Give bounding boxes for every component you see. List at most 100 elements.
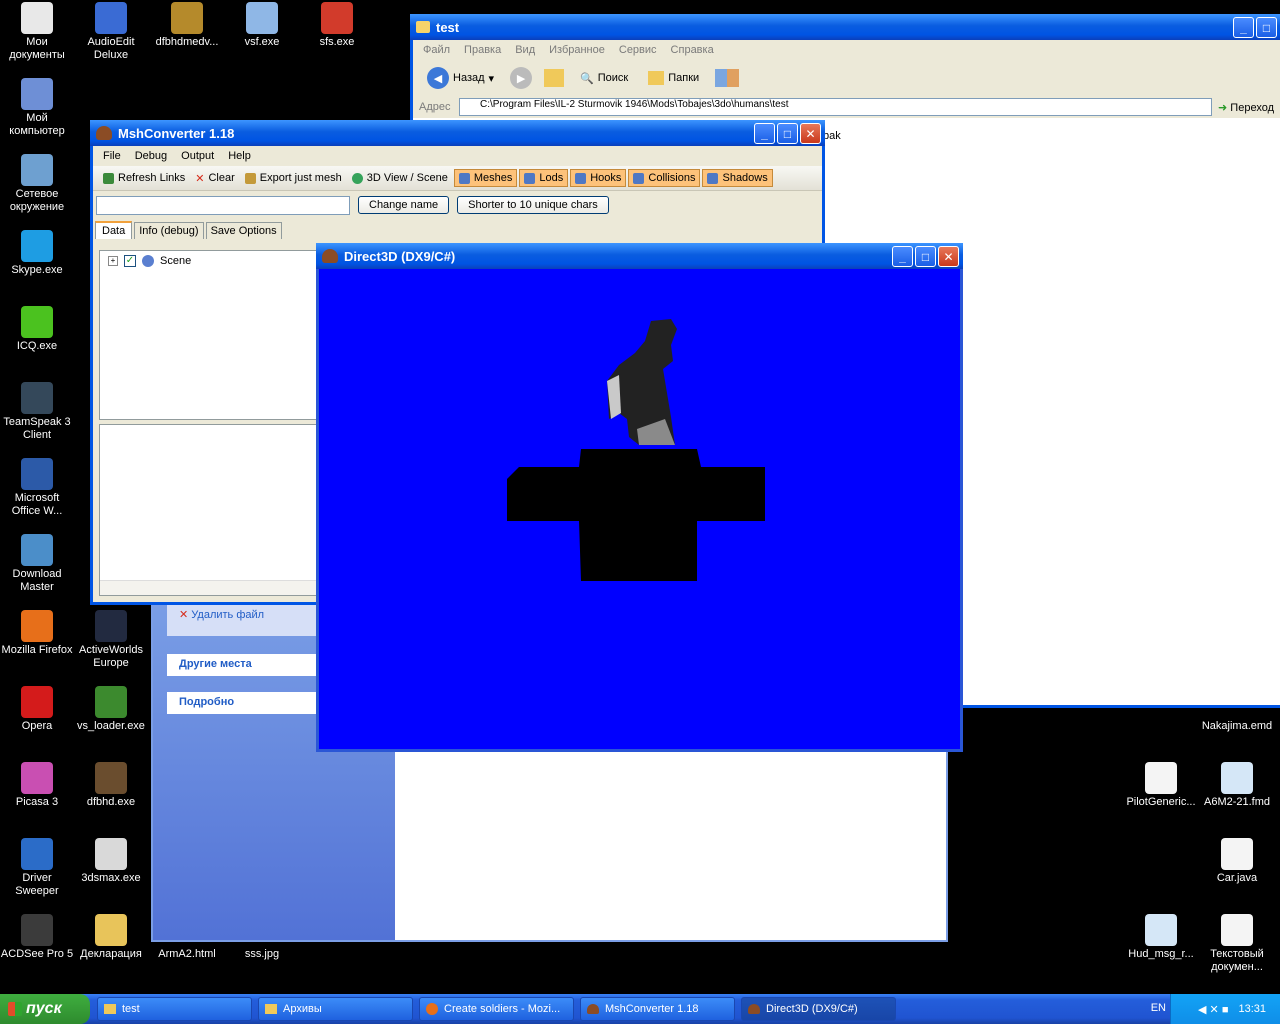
clock[interactable]: 13:31 [1238,1003,1266,1015]
horizontal-scrollbar[interactable] [100,580,322,595]
desktop-icon[interactable]: TeamSpeak 3 Client [0,382,74,442]
desktop-icon[interactable]: Picasa 3 [0,762,74,809]
desktop-icon[interactable]: Mozilla Firefox [0,610,74,657]
menu-view[interactable]: Вид [515,44,535,56]
desktop-icon[interactable]: Skype.exe [0,230,74,277]
output-panel [99,424,323,596]
desktop-icon[interactable]: A6M2-21.fmd [1200,762,1274,809]
3d-scene [507,319,765,581]
menu-file[interactable]: Файл [423,44,450,56]
3d-viewport[interactable] [319,269,960,749]
tray-icons[interactable]: ◀ ✕ ■ [1198,1003,1228,1016]
desktop-icon-label: Текстовый докумен... [1210,948,1264,973]
tree-node-scene[interactable]: + ✓ Scene [100,251,322,267]
menu-file[interactable]: File [103,150,121,162]
minimize-button[interactable]: _ [754,123,775,144]
desktop-icon[interactable]: Мои документы [0,2,74,62]
views-icon[interactable] [715,69,740,87]
close-button[interactable]: ✕ [800,123,821,144]
up-folder-icon[interactable] [544,69,565,87]
name-input[interactable] [96,195,350,215]
desktop-icon[interactable]: 3dsmax.exe [74,838,148,885]
menu-edit[interactable]: Правка [464,44,501,56]
desktop-icon[interactable]: dfbhd.exe [74,762,148,809]
change-name-button[interactable]: Change name [358,196,450,214]
mshconverter-titlebar[interactable]: MshConverter 1.18 _ □ ✕ [90,120,825,146]
tab-data[interactable]: Data [95,221,133,239]
desktop-icon[interactable]: Driver Sweeper [0,838,74,898]
desktop-icon[interactable]: Сетевое окружение [0,154,74,214]
desktop-icon[interactable]: Hud_msg_r... [1124,914,1198,961]
menu-tools[interactable]: Сервис [619,44,657,56]
desktop-icon[interactable]: Текстовый докумен... [1200,914,1274,974]
desktop-icon[interactable]: PilotGeneric... [1124,762,1198,809]
file-item[interactable]: bak [823,130,841,142]
desktop-icon[interactable]: Opera [0,686,74,733]
desktop-icon[interactable]: sfs.exe [300,2,374,49]
go-arrow-icon: ➜ [1218,101,1228,114]
desktop-icon-label: ICQ.exe [16,340,58,352]
maximize-button[interactable]: □ [777,123,798,144]
search-button[interactable]: 🔍 Поиск [576,70,632,87]
language-indicator[interactable]: EN [1151,1002,1166,1014]
go-button[interactable]: ➜ Переход [1212,101,1280,114]
search-label: Поиск [597,72,629,84]
lods-toggle[interactable]: Lods [519,169,569,187]
desktop-icon[interactable]: vsf.exe [225,2,299,49]
clear-button[interactable]: ✕ Clear [191,170,239,187]
maximize-button[interactable]: □ [1256,17,1277,38]
hooks-toggle[interactable]: Hooks [570,169,627,187]
expand-plus-icon[interactable]: + [108,256,118,266]
menu-help[interactable]: Справка [671,44,714,56]
task-mshconverter[interactable]: MshConverter 1.18 [580,997,735,1021]
desktop-icon[interactable]: AudioEdit Deluxe [74,2,148,62]
tab-info[interactable]: Info (debug) [134,222,204,239]
desktop-icon[interactable]: Car.java [1200,838,1274,885]
minimize-button[interactable]: _ [1233,17,1254,38]
back-button[interactable]: ◀ Назад ▾ [423,65,498,91]
pencil-icon [244,172,256,184]
menu-favorites[interactable]: Избранное [549,44,605,56]
folders-button[interactable]: Папки [644,69,703,87]
shorter-button[interactable]: Shorter to 10 unique chars [457,196,609,214]
direct3d-titlebar[interactable]: Direct3D (DX9/C#) _ □ ✕ [316,243,963,269]
minimize-button[interactable]: _ [892,246,913,267]
desktop-icon-label: vsf.exe [244,36,280,48]
tab-save-options[interactable]: Save Options [205,222,282,239]
desktop-icon[interactable]: vs_loader.exe [74,686,148,733]
forward-arrow-icon[interactable]: ▶ [510,67,533,89]
3d-view-button[interactable]: 3D View / Scene [348,170,452,186]
direct3d-window: Direct3D (DX9/C#) _ □ ✕ [316,243,963,752]
export-mesh-button[interactable]: Export just mesh [241,170,346,186]
close-button[interactable]: ✕ [938,246,959,267]
desktop-icon[interactable]: ActiveWorlds Europe [74,610,148,670]
maximize-button[interactable]: □ [915,246,936,267]
application-icon [1221,762,1253,794]
checkbox-checked-icon[interactable]: ✓ [124,255,136,267]
explorer-titlebar[interactable]: test _ □ [410,14,1280,40]
folder-icon [416,21,430,33]
desktop-icon[interactable]: Microsoft Office W... [0,458,74,518]
menu-help[interactable]: Help [228,150,251,162]
scene-label: Scene [160,255,192,267]
menu-debug[interactable]: Debug [135,150,167,162]
task-test[interactable]: test [97,997,252,1021]
collisions-toggle[interactable]: Collisions [628,169,701,187]
desktop-icon[interactable]: ICQ.exe [0,306,74,353]
desktop-icon[interactable]: Download Master [0,534,74,594]
desktop-icon[interactable]: Декларация [74,914,148,961]
mshconverter-title: MshConverter 1.18 [118,125,235,141]
refresh-links-button[interactable]: Refresh Links [99,170,189,186]
desktop-icon[interactable]: Мой компьютер [0,78,74,138]
shadows-toggle[interactable]: Shadows [702,169,773,187]
task-archives[interactable]: Архивы [258,997,413,1021]
application-icon [21,230,53,262]
menu-output[interactable]: Output [181,150,214,162]
desktop-icon[interactable]: dfbhdmedv... [150,2,224,49]
desktop-icon[interactable]: ACDSee Pro 5 [0,914,74,961]
meshes-toggle[interactable]: Meshes [453,169,518,187]
task-firefox[interactable]: Create soldiers - Mozi... [419,997,574,1021]
task-direct3d[interactable]: Direct3D (DX9/C#) [741,997,896,1021]
start-button[interactable]: пуск [0,994,90,1024]
address-field[interactable]: C:\Program Files\IL-2 Sturmovik 1946\Mod… [459,98,1213,116]
